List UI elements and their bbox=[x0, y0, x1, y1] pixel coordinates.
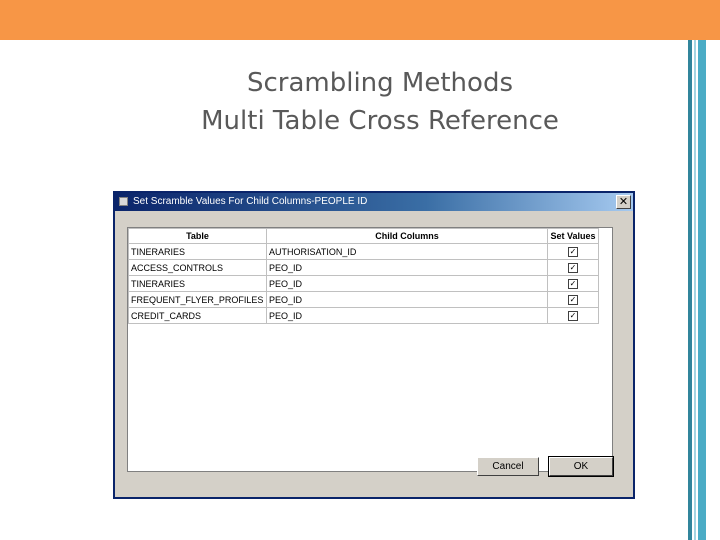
scramble-values-dialog: Set Scramble Values For Child Columns-PE… bbox=[113, 191, 635, 499]
slide-title-line-2: Multi Table Cross Reference bbox=[201, 106, 559, 136]
header-band bbox=[0, 0, 720, 40]
close-icon[interactable]: ✕ bbox=[616, 195, 631, 209]
dialog-body: Table Child Columns Set Values TINERARIE… bbox=[115, 211, 633, 497]
cell-table-name[interactable]: CREDIT_CARDS bbox=[128, 307, 267, 324]
dialog-title: Set Scramble Values For Child Columns-PE… bbox=[133, 196, 368, 207]
table-row[interactable]: CREDIT_CARDS PEO_ID ✓ bbox=[128, 307, 599, 324]
cell-table-name[interactable]: FREQUENT_FLYER_PROFILES bbox=[128, 291, 267, 308]
set-value-checkbox[interactable]: ✓ bbox=[568, 247, 578, 257]
set-value-checkbox[interactable]: ✓ bbox=[568, 311, 578, 321]
cell-table-name[interactable]: ACCESS_CONTROLS bbox=[128, 259, 267, 276]
cell-set-value: ✓ bbox=[547, 243, 599, 260]
table-row[interactable]: TINERARIES PEO_ID ✓ bbox=[128, 275, 599, 292]
slide-title: Scrambling Methods Multi Table Cross Ref… bbox=[130, 64, 630, 140]
table-header-row: Table Child Columns Set Values bbox=[128, 228, 599, 244]
cell-table-name[interactable]: TINERARIES bbox=[128, 275, 267, 292]
cell-child-column[interactable]: PEO_ID bbox=[266, 291, 548, 308]
window-app-icon[interactable] bbox=[119, 197, 128, 206]
column-header-child-columns[interactable]: Child Columns bbox=[266, 228, 548, 244]
cell-set-value: ✓ bbox=[547, 259, 599, 276]
cell-table-name[interactable]: TINERARIES bbox=[128, 243, 267, 260]
column-header-table[interactable]: Table bbox=[128, 228, 267, 244]
right-accent-stripe-wide bbox=[698, 40, 706, 540]
cell-child-column[interactable]: AUTHORISATION_ID bbox=[266, 243, 548, 260]
slide-title-line-1: Scrambling Methods bbox=[246, 68, 513, 98]
child-columns-table-panel[interactable]: Table Child Columns Set Values TINERARIE… bbox=[127, 227, 613, 472]
table-row[interactable]: TINERARIES AUTHORISATION_ID ✓ bbox=[128, 243, 599, 260]
child-columns-table: Table Child Columns Set Values TINERARIE… bbox=[128, 228, 599, 324]
cell-child-column[interactable]: PEO_ID bbox=[266, 307, 548, 324]
right-accent-stripe bbox=[688, 40, 692, 540]
table-row[interactable]: FREQUENT_FLYER_PROFILES PEO_ID ✓ bbox=[128, 291, 599, 308]
column-header-set-values[interactable]: Set Values bbox=[547, 228, 599, 244]
dialog-titlebar[interactable]: Set Scramble Values For Child Columns-PE… bbox=[115, 193, 633, 211]
set-value-checkbox[interactable]: ✓ bbox=[568, 295, 578, 305]
right-accent-stripe-light bbox=[694, 40, 696, 540]
cell-child-column[interactable]: PEO_ID bbox=[266, 259, 548, 276]
table-row[interactable]: ACCESS_CONTROLS PEO_ID ✓ bbox=[128, 259, 599, 276]
cell-child-column[interactable]: PEO_ID bbox=[266, 275, 548, 292]
cell-set-value: ✓ bbox=[547, 291, 599, 308]
set-value-checkbox[interactable]: ✓ bbox=[568, 263, 578, 273]
cancel-button[interactable]: Cancel bbox=[477, 457, 539, 476]
set-value-checkbox[interactable]: ✓ bbox=[568, 279, 578, 289]
cell-set-value: ✓ bbox=[547, 275, 599, 292]
ok-button[interactable]: OK bbox=[548, 456, 614, 477]
cell-set-value: ✓ bbox=[547, 307, 599, 324]
